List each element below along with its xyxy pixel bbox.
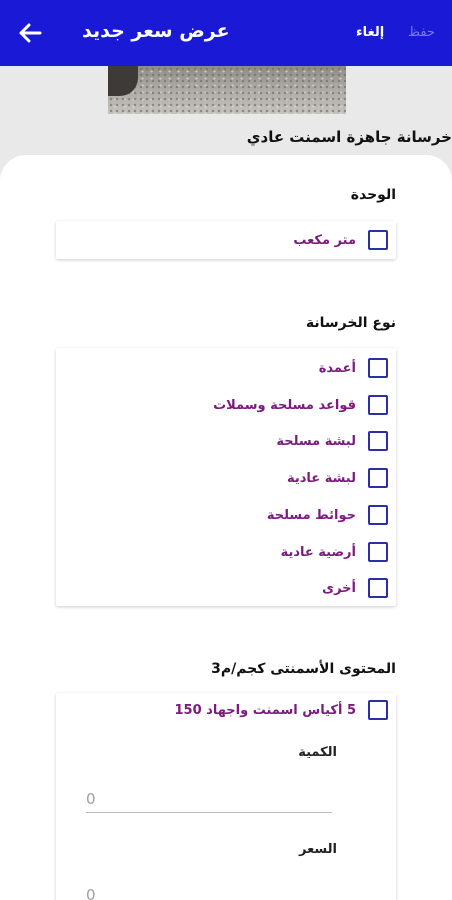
concrete-type-option-plain-floor[interactable]: أرضية عادية xyxy=(281,540,388,564)
checkbox[interactable] xyxy=(368,230,388,250)
back-arrow-icon[interactable] xyxy=(14,18,46,48)
option-label: قواعد مسلحة وسملات xyxy=(213,397,356,413)
cancel-button[interactable]: إلغاء xyxy=(356,25,384,40)
option-label: أعمدة xyxy=(318,360,356,376)
option-label: لبشة عادية xyxy=(286,470,356,486)
cement-content-section-label: المحتوى الأسمنتى كجم/م3 xyxy=(211,661,396,677)
checkbox[interactable] xyxy=(368,395,388,415)
option-label: أرضية عادية xyxy=(280,544,356,560)
unit-option-cubic-meter[interactable]: متر مكعب xyxy=(293,228,388,252)
page-title: عرض سعر جديد xyxy=(82,20,230,42)
concrete-type-option-plain-raft[interactable]: لبشة عادية xyxy=(287,466,388,490)
save-button[interactable]: حفظ xyxy=(408,25,435,40)
quantity-input[interactable] xyxy=(86,785,332,813)
concrete-type-option-columns[interactable]: أعمدة xyxy=(319,356,388,380)
checkbox[interactable] xyxy=(368,700,388,720)
option-label: متر مكعب xyxy=(293,232,356,248)
quantity-label: الكمية xyxy=(298,745,337,760)
checkbox[interactable] xyxy=(368,505,388,525)
concrete-type-options-card: أعمدة قواعد مسلحة وسملات لبشة مسلحة لبشة… xyxy=(56,348,396,606)
concrete-type-option-other[interactable]: أخرى xyxy=(322,576,388,600)
option-label: حوائط مسلحة xyxy=(266,507,356,523)
concrete-type-section-label: نوع الخرسانة xyxy=(305,315,396,331)
checkbox[interactable] xyxy=(368,468,388,488)
option-label: أخرى xyxy=(322,580,356,596)
concrete-type-option-reinforced-walls[interactable]: حوائط مسلحة xyxy=(267,503,388,527)
form-sheet: الوحدة متر مكعب نوع الخرسانة أعمدة قواعد… xyxy=(0,155,452,900)
concrete-type-option-reinforced-raft[interactable]: لبشة مسلحة xyxy=(276,429,388,453)
unit-section-label: الوحدة xyxy=(350,187,396,203)
concrete-type-option-footings[interactable]: قواعد مسلحة وسملات xyxy=(213,393,388,417)
product-image xyxy=(108,66,346,114)
concrete-texture xyxy=(108,66,346,114)
product-title: خرسانة جاهزة اسمنت عادي xyxy=(246,128,452,146)
app-bar: عرض سعر جديد إلغاء حفظ xyxy=(0,0,452,66)
option-label: لبشة مسلحة xyxy=(276,433,356,449)
unit-options-card: متر مكعب xyxy=(56,221,396,259)
checkbox[interactable] xyxy=(368,358,388,378)
checkbox[interactable] xyxy=(368,431,388,451)
checkbox[interactable] xyxy=(368,578,388,598)
cement-option-5-bags[interactable]: 5 أكياس اسمنت واجهاد 150 xyxy=(174,698,388,722)
checkbox[interactable] xyxy=(368,542,388,562)
price-label: السعر xyxy=(299,842,337,857)
option-label: 5 أكياس اسمنت واجهاد 150 xyxy=(174,702,357,718)
price-input[interactable] xyxy=(86,881,332,900)
